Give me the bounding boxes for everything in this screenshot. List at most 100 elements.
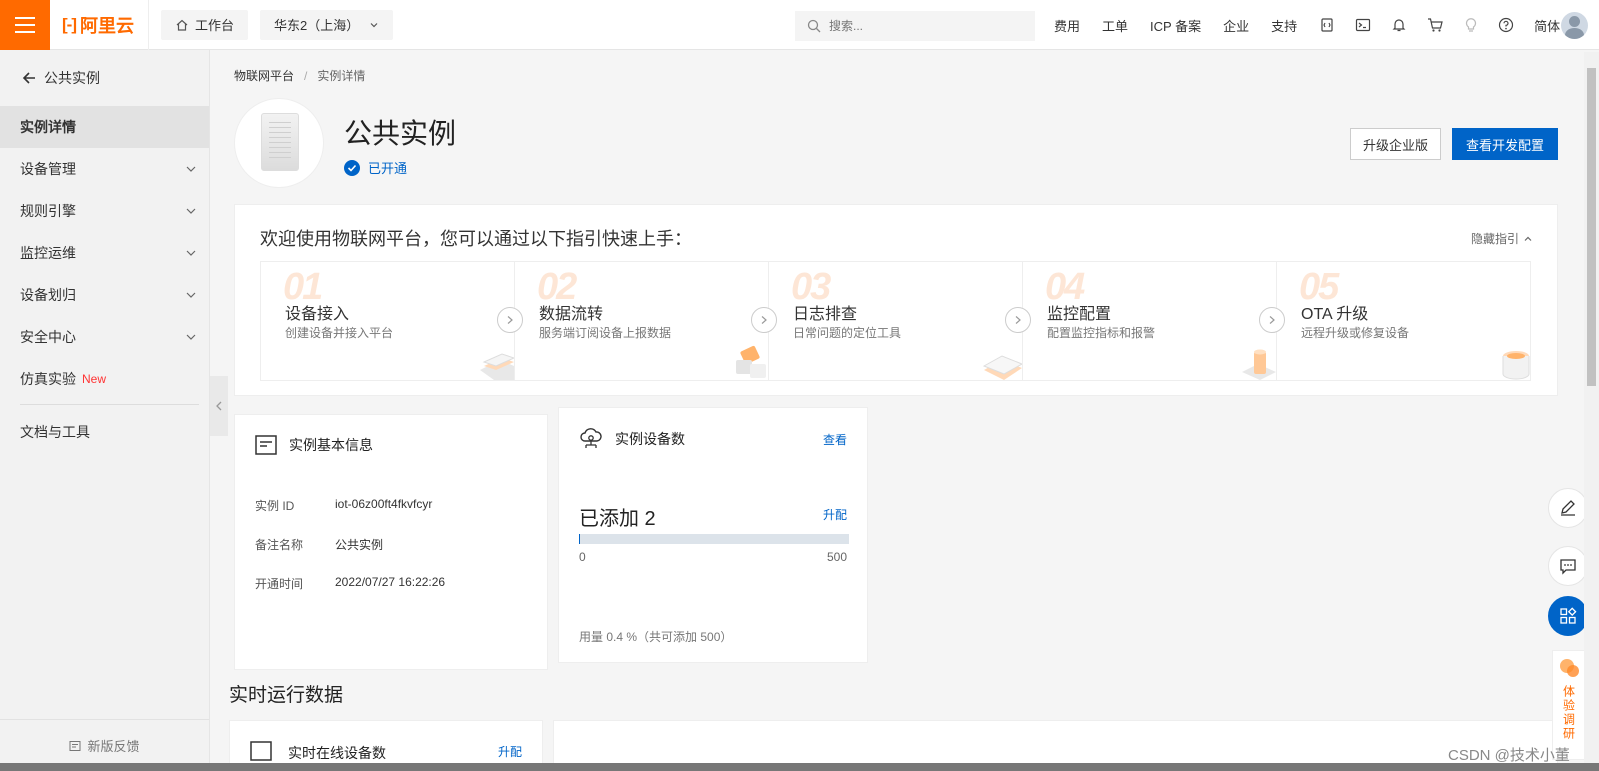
step-description: 服务端订阅设备上报数据 [539,326,672,340]
sidebar-item-label: 文档与工具 [20,424,90,440]
chevron-down-icon [370,22,378,27]
search-box[interactable] [795,11,1035,41]
sidebar-item-device-management[interactable]: 设备管理 [0,148,209,190]
sidebar-item-label: 设备划归 [20,287,76,303]
menu-button[interactable] [0,0,50,50]
guide-steps: 01 设备接入 创建设备并接入平台 02 数据流转 服务端订阅设备上报数据 03… [260,261,1531,381]
hide-guide-label: 隐藏指引 [1470,232,1519,246]
help-icon[interactable] [1498,17,1514,33]
back-to-instance[interactable]: 公共实例 [0,50,209,106]
sidebar-item-simulation[interactable]: 仿真实验 New [0,358,209,400]
region-selector[interactable]: 华东2（上海） [260,9,394,40]
aliyun-logo-mark: [-] [62,14,77,34]
sidebar-item-label: 实例详情 [20,119,76,135]
terminal-icon[interactable] [1355,17,1371,33]
bell-icon[interactable] [1391,17,1407,33]
view-devices-link[interactable]: 查看 [823,431,847,448]
upgrade-online-link[interactable]: 升配 [498,743,522,760]
home-icon [176,19,188,31]
chart-icon [250,741,272,761]
sidebar-item-label: 设备管理 [20,161,76,177]
step-title: 日志排查 [793,306,858,323]
page-scrollbar[interactable] [1584,52,1599,771]
chevron-down-icon [186,208,196,214]
lightbulb-icon[interactable] [1464,17,1478,33]
sidebar-item-device-assignment[interactable]: 设备划归 [0,274,209,316]
device-illustration-icon [480,353,514,380]
cloud-device-icon [580,428,602,448]
survey-icon [1560,659,1579,677]
chevron-up-icon [1524,236,1532,241]
status-badge: 已开通 [344,158,407,177]
check-circle-icon [344,159,360,176]
language-switch[interactable]: 简体 [1534,16,1560,35]
new-badge: New [82,372,107,386]
card-header: 实例设备数 [579,428,685,450]
breadcrumb-separator: / [304,69,308,83]
log-illustration-icon [982,355,1022,380]
user-avatar[interactable] [1561,12,1588,39]
top-nav: 费用 工单 ICP 备案 企业 支持 简体 [1054,0,1582,50]
step-title: OTA 升级 [1301,306,1369,323]
monitoring-illustration-icon [1242,349,1276,380]
step-description: 日常问题的定位工具 [793,326,902,340]
quota-max: 500 [826,550,847,564]
chat-float-button[interactable] [1548,546,1588,586]
sidebar-item-label: 规则引擎 [20,203,76,219]
info-row-remark-name: 备注名称 公共实例 [255,536,383,553]
nav-enterprise[interactable]: 企业 [1223,16,1249,35]
sidebar-item-docs-tools[interactable]: 文档与工具 [0,411,209,453]
apps-float-button[interactable] [1548,596,1588,636]
workbench-button[interactable]: 工作台 [160,9,248,40]
nav-tickets[interactable]: 工单 [1102,16,1128,35]
sidebar-item-monitoring[interactable]: 监控运维 [0,232,209,274]
info-key: 实例 ID [255,499,295,513]
edit-float-button[interactable] [1548,488,1588,528]
workbench-label: 工作台 [194,18,234,33]
guide-step-monitoring-config[interactable]: 04 监控配置 配置监控指标和报警 [1023,262,1277,380]
chevron-down-icon [186,250,196,256]
instance-server-image [234,98,324,188]
nav-icp[interactable]: ICP 备案 [1150,16,1201,35]
card-title: 实时在线设备数 [288,745,386,761]
sidebar-collapse-handle[interactable] [210,376,228,436]
search-input[interactable] [829,19,1009,33]
data-flow-illustration-icon [736,345,766,378]
chevron-down-icon [186,166,196,172]
nav-billing[interactable]: 费用 [1054,16,1080,35]
sidebar-item-label: 安全中心 [20,329,76,345]
nav-support[interactable]: 支持 [1271,16,1297,35]
guide-step-device-access[interactable]: 01 设备接入 创建设备并接入平台 [261,262,515,380]
sidebar-item-instance-detail[interactable]: 实例详情 [0,106,209,148]
sidebar: 公共实例 实例详情 设备管理 规则引擎 监控运维 设备划归 安全中心 仿真实验 … [0,50,210,771]
main-content: 物联网平台 / 实例详情 公共实例 已开通 升级企业版 查看开发配置 欢迎使用物联网… [229,50,1564,771]
guide-step-data-flow[interactable]: 02 数据流转 服务端订阅设备上报数据 [515,262,769,380]
sidebar-divider [20,404,199,405]
sidebar-item-rule-engine[interactable]: 规则引擎 [0,190,209,232]
view-dev-config-button[interactable]: 查看开发配置 [1452,128,1558,160]
server-icon [261,113,299,171]
chevron-left-icon [216,401,222,411]
bottom-strip [0,763,1599,771]
upgrade-quota-link[interactable]: 升配 [823,506,847,523]
info-list-icon [255,435,277,455]
breadcrumb: 物联网平台 / 实例详情 [234,67,365,84]
card-title: 实例设备数 [615,431,685,447]
scrollbar-thumb[interactable] [1587,68,1596,386]
arrow-left-icon [22,72,35,84]
sidebar-item-label: 仿真实验 [20,371,76,387]
hide-guide-toggle[interactable]: 隐藏指引 [1471,230,1533,247]
basic-info-card: 实例基本信息 实例 ID iot-06z00ft4fkvfcyr 备注名称 公共… [234,414,548,670]
breadcrumb-root[interactable]: 物联网平台 [234,69,294,83]
device-quota-bar [579,534,849,544]
guide-step-log-troubleshooting[interactable]: 03 日志排查 日常问题的定位工具 [769,262,1023,380]
cart-icon[interactable] [1427,17,1444,33]
device-quota-bar-fill [579,534,580,544]
guide-step-ota-upgrade[interactable]: 05 OTA 升级 远程升级或修复设备 [1277,262,1530,380]
back-label: 公共实例 [44,70,100,86]
sidebar-item-security[interactable]: 安全中心 [0,316,209,358]
upgrade-enterprise-button[interactable]: 升级企业版 [1350,128,1441,160]
aliyun-logo[interactable]: [-] 阿里云 [62,0,149,50]
api-icon[interactable] [1319,17,1335,33]
feedback-label: 新版反馈 [87,739,140,754]
